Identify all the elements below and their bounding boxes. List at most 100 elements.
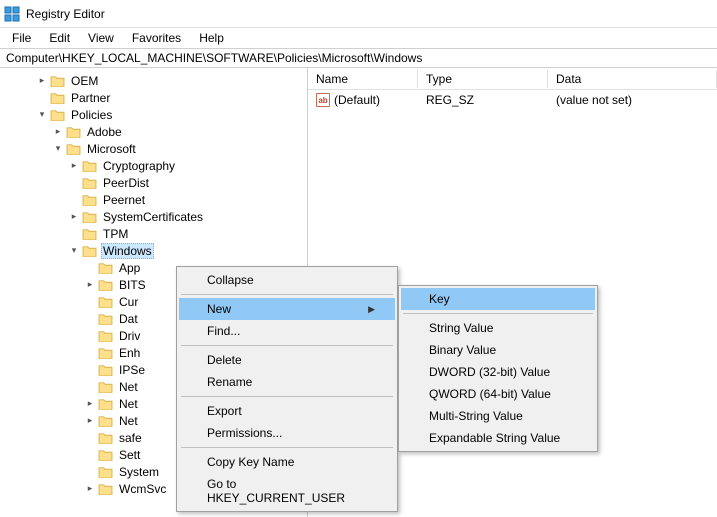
folder-icon bbox=[98, 449, 113, 461]
chevron-right-icon[interactable]: ▸ bbox=[84, 398, 96, 410]
tree-node-label: IPSe bbox=[117, 363, 147, 377]
chevron-right-icon[interactable]: ▸ bbox=[68, 160, 80, 172]
tree-node-label: Windows bbox=[101, 243, 154, 259]
folder-icon bbox=[82, 160, 97, 172]
chevron-right-icon[interactable]: ▸ bbox=[68, 211, 80, 223]
tree-node-label: Net bbox=[117, 380, 140, 394]
ctx-new-string[interactable]: String Value bbox=[401, 317, 595, 339]
col-data[interactable]: Data bbox=[548, 70, 717, 88]
ctx-go-hkcu[interactable]: Go to HKEY_CURRENT_USER bbox=[179, 473, 395, 509]
window-title: Registry Editor bbox=[26, 7, 105, 21]
ctx-permissions[interactable]: Permissions... bbox=[179, 422, 395, 444]
folder-icon bbox=[50, 92, 65, 104]
menu-favorites[interactable]: Favorites bbox=[124, 29, 189, 47]
folder-icon bbox=[50, 75, 65, 87]
folder-icon bbox=[66, 143, 81, 155]
folder-icon bbox=[82, 194, 97, 206]
menubar: File Edit View Favorites Help bbox=[0, 28, 717, 48]
ctx-export[interactable]: Export bbox=[179, 400, 395, 422]
context-submenu-new: Key String Value Binary Value DWORD (32-… bbox=[398, 285, 598, 452]
folder-icon bbox=[98, 279, 113, 291]
address-bar[interactable]: Computer\HKEY_LOCAL_MACHINE\SOFTWARE\Pol… bbox=[0, 48, 717, 68]
tree-node-cryptography[interactable]: ▸ Cryptography bbox=[0, 157, 307, 174]
app-icon bbox=[4, 6, 20, 22]
tree-node-windows[interactable]: ▾ Windows bbox=[0, 242, 307, 259]
folder-icon bbox=[98, 466, 113, 478]
tree-node-microsoft[interactable]: ▾Microsoft bbox=[0, 140, 307, 157]
chevron-right-icon: ▶ bbox=[368, 304, 375, 315]
chevron-right-icon[interactable]: ▸ bbox=[84, 279, 96, 291]
folder-icon bbox=[98, 296, 113, 308]
ctx-sep bbox=[403, 313, 593, 314]
tree-node-tpm[interactable]: TPM bbox=[0, 225, 307, 242]
address-text: Computer\HKEY_LOCAL_MACHINE\SOFTWARE\Pol… bbox=[6, 51, 422, 65]
ctx-rename[interactable]: Rename bbox=[179, 371, 395, 393]
tree-node-policies[interactable]: ▾Policies bbox=[0, 106, 307, 123]
tree-node-peerdist[interactable]: PeerDist bbox=[0, 174, 307, 191]
chevron-right-icon[interactable]: ▸ bbox=[84, 483, 96, 495]
folder-icon bbox=[82, 177, 97, 189]
string-value-icon: ab bbox=[316, 93, 330, 107]
col-name[interactable]: Name bbox=[308, 70, 418, 88]
ctx-new-expandstring[interactable]: Expandable String Value bbox=[401, 427, 595, 449]
tree-node-oem[interactable]: ▸ OEM bbox=[0, 72, 307, 89]
ctx-new-key[interactable]: Key bbox=[401, 288, 595, 310]
tree-node-label: PeerDist bbox=[101, 176, 151, 190]
tree-node-systemcertificates[interactable]: ▸ SystemCertificates bbox=[0, 208, 307, 225]
col-type[interactable]: Type bbox=[418, 70, 548, 88]
tree-node-label: Adobe bbox=[85, 125, 124, 139]
tree-node-label: SystemCertificates bbox=[101, 210, 205, 224]
chevron-right-icon[interactable]: ▸ bbox=[52, 126, 64, 138]
value-name: (Default) bbox=[334, 93, 380, 107]
tree-node-label: System bbox=[117, 465, 161, 479]
chevron-right-icon[interactable]: ▸ bbox=[36, 75, 48, 87]
chevron-down-icon[interactable]: ▾ bbox=[36, 109, 48, 121]
ctx-new[interactable]: New ▶ bbox=[179, 298, 395, 320]
ctx-new-binary[interactable]: Binary Value bbox=[401, 339, 595, 361]
tree-node-label: Partner bbox=[69, 91, 112, 105]
tree-node-label: Driv bbox=[117, 329, 142, 343]
value-type: REG_SZ bbox=[418, 92, 548, 108]
ctx-new-dword[interactable]: DWORD (32-bit) Value bbox=[401, 361, 595, 383]
tree-node-adobe[interactable]: ▸ Adobe bbox=[0, 123, 307, 140]
ctx-sep bbox=[181, 396, 393, 397]
value-data: (value not set) bbox=[548, 92, 717, 108]
chevron-right-icon[interactable]: ▸ bbox=[84, 415, 96, 427]
folder-icon bbox=[98, 483, 113, 495]
folder-icon bbox=[98, 415, 113, 427]
context-menu: Collapse New ▶ Find... Delete Rename Exp… bbox=[176, 266, 398, 512]
tree-node-label: App bbox=[117, 261, 142, 275]
chevron-down-icon[interactable]: ▾ bbox=[68, 245, 80, 257]
tree-node-label: Enh bbox=[117, 346, 142, 360]
folder-icon bbox=[98, 398, 113, 410]
tree-node-label: BITS bbox=[117, 278, 148, 292]
tree-node-partner[interactable]: Partner bbox=[0, 89, 307, 106]
tree-node-label: Cryptography bbox=[101, 159, 177, 173]
tree-node-label: Peernet bbox=[101, 193, 147, 207]
ctx-new-qword[interactable]: QWORD (64-bit) Value bbox=[401, 383, 595, 405]
menu-help[interactable]: Help bbox=[191, 29, 232, 47]
tree-node-label: Net bbox=[117, 414, 140, 428]
ctx-sep bbox=[181, 447, 393, 448]
ctx-collapse[interactable]: Collapse bbox=[179, 269, 395, 291]
folder-icon bbox=[82, 211, 97, 223]
chevron-down-icon[interactable]: ▾ bbox=[52, 143, 64, 155]
tree-node-label: safe bbox=[117, 431, 144, 445]
folder-icon bbox=[98, 330, 113, 342]
tree-node-label: OEM bbox=[69, 74, 100, 88]
ctx-delete[interactable]: Delete bbox=[179, 349, 395, 371]
tree-node-peernet[interactable]: Peernet bbox=[0, 191, 307, 208]
menu-file[interactable]: File bbox=[4, 29, 39, 47]
value-row[interactable]: ab (Default) REG_SZ (value not set) bbox=[308, 90, 717, 110]
menu-edit[interactable]: Edit bbox=[41, 29, 78, 47]
ctx-copy-key-name[interactable]: Copy Key Name bbox=[179, 451, 395, 473]
folder-icon bbox=[66, 126, 81, 138]
folder-icon bbox=[98, 381, 113, 393]
titlebar: Registry Editor bbox=[0, 0, 717, 28]
ctx-find[interactable]: Find... bbox=[179, 320, 395, 342]
menu-view[interactable]: View bbox=[80, 29, 122, 47]
ctx-new-multistring[interactable]: Multi-String Value bbox=[401, 405, 595, 427]
ctx-sep bbox=[181, 294, 393, 295]
tree-node-label: Sett bbox=[117, 448, 142, 462]
tree-node-label: TPM bbox=[101, 227, 130, 241]
